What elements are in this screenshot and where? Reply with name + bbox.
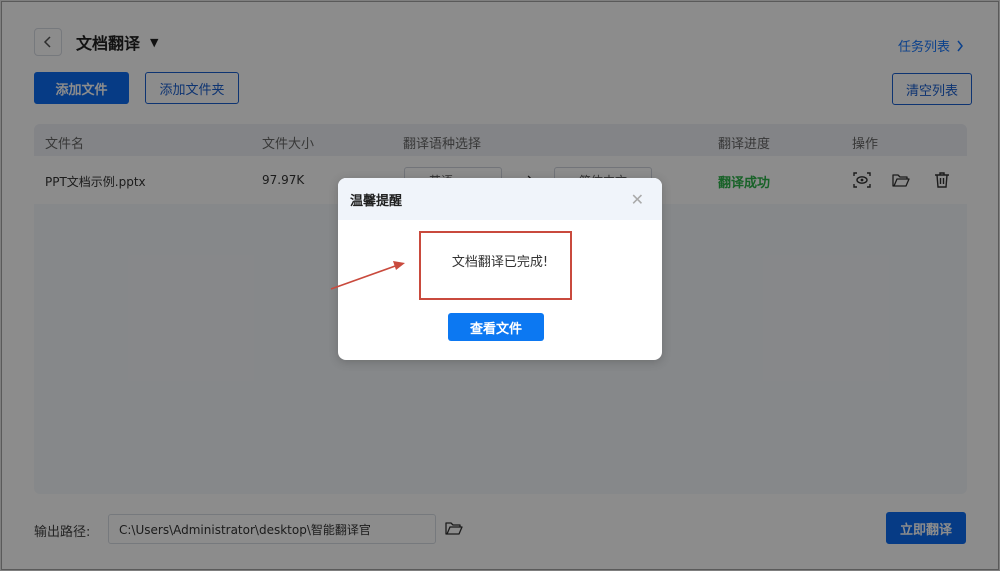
annotation-arrow-icon <box>330 261 405 290</box>
